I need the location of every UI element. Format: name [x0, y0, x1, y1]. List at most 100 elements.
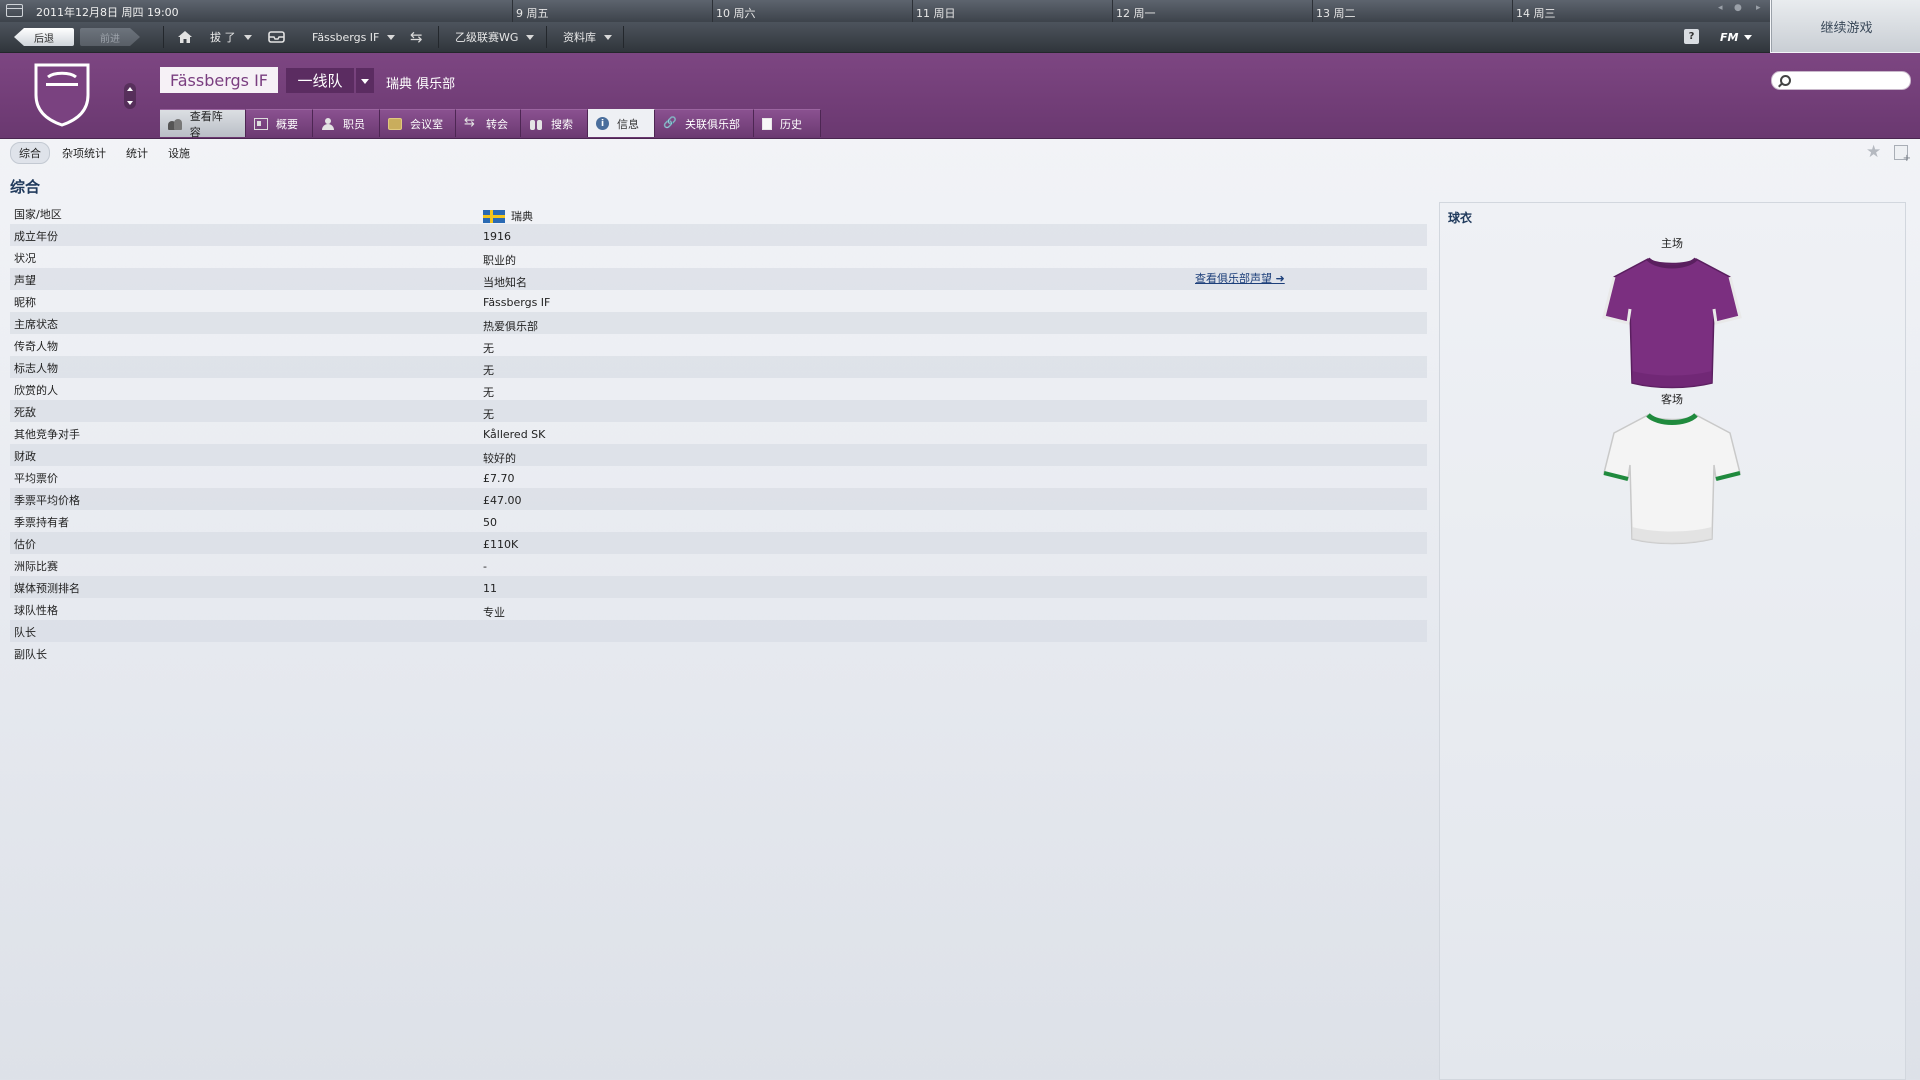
row-value[interactable]: 瑞典 [483, 208, 533, 224]
prev-day-icon[interactable]: ◂ [1718, 3, 1723, 13]
search-input[interactable] [1771, 71, 1911, 90]
toolbar-divider [438, 26, 439, 48]
toolbar-divider [546, 26, 547, 48]
tab-scouting[interactable]: 搜索 [521, 109, 588, 137]
current-date: 2011年12月8日 周四 19:00 [36, 6, 179, 19]
row-label: 国家/地区 [14, 208, 62, 221]
row-value: 无 [483, 342, 494, 355]
home-icon[interactable] [177, 22, 193, 52]
row-label: 估价 [14, 538, 36, 551]
chevron-down-icon [1744, 34, 1753, 40]
nation-value: 瑞典 [511, 210, 533, 223]
arrow-up-icon[interactable] [127, 87, 133, 91]
star-icon[interactable]: ★ [1866, 142, 1881, 162]
table-row: 媒体预测排名 11 [10, 576, 1427, 598]
row-label: 昵称 [14, 296, 36, 309]
club-menu-label: Fässbergs IF [312, 30, 380, 44]
calendar-day[interactable]: 10 周六 [712, 0, 756, 22]
calendar-day[interactable]: 13 周二 [1312, 0, 1356, 22]
subtab-stats[interactable]: 统计 [118, 143, 156, 163]
row-label: 传奇人物 [14, 340, 58, 353]
row-label: 媒体预测排名 [14, 582, 80, 595]
row-label: 声望 [14, 274, 36, 287]
sub-tabs: 综合 杂项统计 统计 设施 [10, 142, 202, 164]
row-value: 无 [483, 386, 494, 399]
sweden-flag-icon [483, 209, 505, 223]
tab-overview[interactable]: 概要 [246, 109, 313, 137]
row-label: 球队性格 [14, 604, 58, 617]
people-icon [168, 118, 182, 130]
table-row: 传奇人物 无 [10, 334, 1427, 356]
calendar-day[interactable]: 11 周日 [912, 0, 956, 22]
table-row: 主席状态 热爱俱乐部 [10, 312, 1427, 334]
main-toolbar: 后退 前进 拔 了 Fässbergs IF ⇆ 乙级联赛WG 资料库 ? FM [0, 22, 1770, 53]
table-row: 国家/地区 瑞典 [10, 202, 1427, 224]
tab-staff[interactable]: 职员 [313, 109, 380, 137]
today-dot-icon[interactable]: ● [1734, 3, 1742, 13]
table-row: 其他竞争对手 Kållered SK [10, 422, 1427, 444]
club-switcher[interactable] [124, 83, 136, 109]
row-label: 季票平均价格 [14, 494, 80, 507]
subtab-general[interactable]: 综合 [10, 142, 50, 164]
club-subtitle: 瑞典 俱乐部 [386, 77, 456, 92]
squad-selector[interactable]: 一线队 [286, 68, 354, 93]
kits-panel: 球衣 主场 客场 [1439, 202, 1906, 1080]
chevron-down-icon [526, 34, 535, 40]
tab-squad[interactable]: 查看阵容 [160, 109, 246, 139]
fm-menu[interactable]: FM [1720, 22, 1753, 52]
away-kit-shirt [1603, 413, 1741, 545]
row-value: 当地知名 [483, 276, 527, 289]
next-day-icon[interactable]: ▸ [1756, 3, 1761, 13]
calendar-day[interactable]: 14 周三 [1512, 0, 1556, 22]
tab-transfers[interactable]: 转会 [456, 109, 521, 137]
home-kit-label: 主场 [1661, 237, 1683, 250]
club-badge [34, 63, 90, 127]
row-value: 热爱俱乐部 [483, 320, 538, 333]
info-icon: i [596, 117, 609, 130]
manager-menu[interactable]: 拔 了 [210, 22, 252, 52]
row-label: 季票持有者 [14, 516, 69, 529]
subtab-misc-stats[interactable]: 杂项统计 [54, 143, 114, 163]
calendar-day[interactable]: 12 周一 [1112, 0, 1156, 22]
back-button[interactable]: 后退 [14, 28, 74, 46]
rival-club-link[interactable]: Kållered SK [483, 428, 545, 441]
tab-label: 概要 [276, 117, 298, 131]
toolbar-divider [623, 26, 624, 48]
kits-title: 球衣 [1448, 211, 1473, 225]
database-menu[interactable]: 资料库 [563, 22, 612, 52]
chevron-down-icon [243, 34, 252, 40]
row-label: 标志人物 [14, 362, 58, 375]
league-menu[interactable]: 乙级联赛WG [455, 22, 535, 52]
tab-information[interactable]: i 信息 [588, 109, 655, 137]
continue-game-button[interactable]: 继续游戏 [1771, 0, 1920, 52]
row-label: 队长 [14, 626, 36, 639]
add-note-icon[interactable] [1894, 145, 1911, 164]
inbox-icon[interactable] [268, 22, 285, 52]
row-value: £7.70 [483, 472, 515, 485]
row-value: 11 [483, 582, 497, 595]
manager-menu-label: 拔 了 [210, 31, 236, 44]
calendar-icon[interactable] [6, 4, 23, 17]
subtab-facilities[interactable]: 设施 [160, 143, 198, 163]
tab-affiliated-clubs[interactable]: 关联俱乐部 [655, 109, 754, 137]
calendar-day[interactable]: 9 周五 [512, 0, 549, 22]
home-kit-shirt [1602, 257, 1742, 389]
table-row: 平均票价 £7.70 [10, 466, 1427, 488]
forward-button[interactable]: 前进 [80, 28, 140, 46]
tab-history[interactable]: 历史 [754, 109, 821, 137]
tab-label: 搜索 [551, 117, 573, 131]
table-row: 成立年份 1916 [10, 224, 1427, 246]
arrow-down-icon[interactable] [127, 101, 133, 105]
table-row: 标志人物 无 [10, 356, 1427, 378]
row-value: 较好的 [483, 452, 516, 465]
row-value: £110K [483, 538, 519, 551]
switch-icon[interactable]: ⇆ [410, 22, 423, 52]
squad-dropdown-button[interactable] [356, 68, 374, 93]
tab-label: 职员 [343, 117, 365, 131]
club-menu[interactable]: Fässbergs IF [312, 22, 396, 52]
view-reputation-link[interactable]: 查看俱乐部声望 ➜ [1195, 270, 1285, 286]
table-row: 财政 较好的 [10, 444, 1427, 466]
help-button[interactable]: ? [1684, 29, 1699, 44]
tab-boardroom[interactable]: 会议室 [380, 109, 456, 137]
transfer-icon [464, 115, 478, 130]
